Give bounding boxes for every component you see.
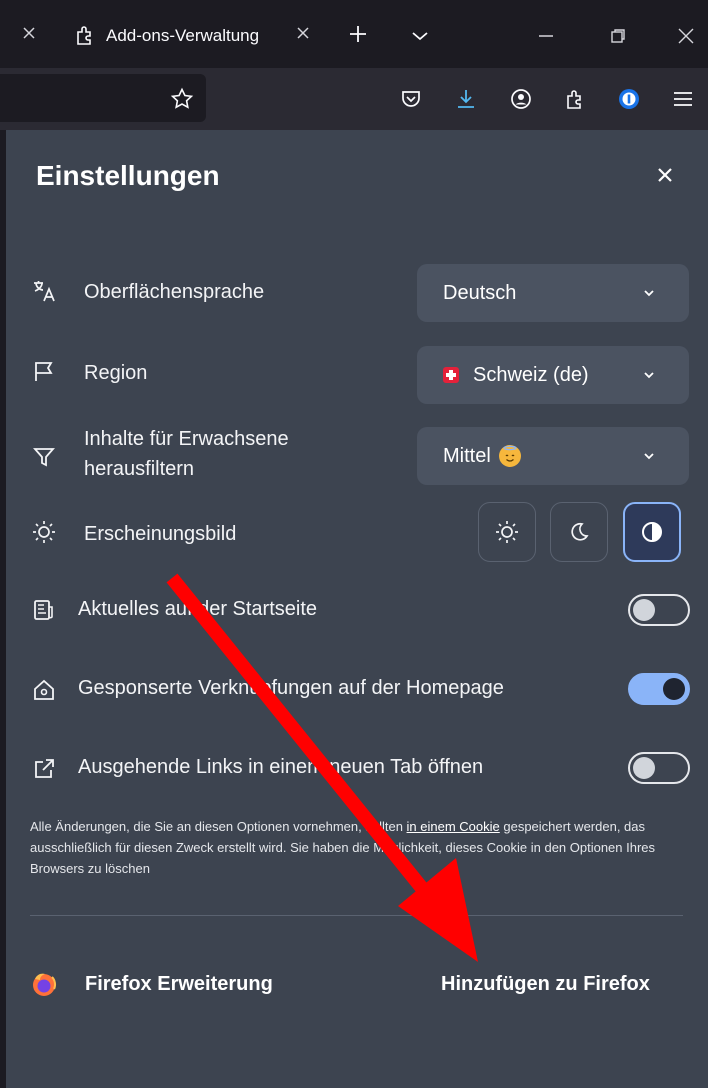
newtab-label: Ausgehende Links in einem neuen Tab öffn… [78,756,484,778]
restore-icon[interactable] [604,22,632,50]
region-label: Region [84,362,148,384]
settings-title: Einstellungen [36,160,220,191]
chevron-down-icon [644,290,654,297]
filter-select[interactable]: Mittel [417,427,689,485]
translate-icon [30,277,58,305]
appearance-label: Erscheinungsbild [84,523,237,545]
angel-emoji-icon [498,445,521,467]
settings-panel: Einstellungen Oberflächensprache Deutsch… [6,130,708,1088]
theme-system-button[interactable] [623,502,681,562]
moon-icon [571,522,589,541]
close-window-icon[interactable] [672,22,700,50]
account-icon[interactable] [506,84,536,114]
language-select[interactable]: Deutsch [417,264,689,322]
extensions-icon[interactable] [560,84,590,114]
extension-label: Firefox Erweiterung [85,973,273,995]
new-tab-icon[interactable] [344,20,372,48]
chevron-down-icon [644,453,654,460]
tab-list-chevron-icon[interactable] [406,22,434,50]
language-value: Deutsch [443,281,517,304]
chevron-down-icon [644,372,654,379]
flag-icon [30,358,58,386]
newtab-toggle[interactable] [628,752,690,784]
pocket-icon[interactable] [396,84,426,114]
newspaper-icon [30,596,58,624]
add-to-firefox-button[interactable]: Hinzufügen zu Firefox [441,973,650,996]
filter-value: Mittel [443,444,491,467]
sponsored-toggle[interactable] [628,673,690,705]
download-icon[interactable] [451,84,481,114]
filter-icon [30,443,58,471]
close-tab-icon[interactable] [16,20,42,46]
brightness-icon [30,518,58,546]
puzzle-icon [72,22,98,48]
tab-title[interactable]: Add-ons-Verwaltung [106,26,259,46]
menu-icon[interactable] [668,84,698,114]
tab-close-icon[interactable] [290,20,316,46]
close-settings-icon[interactable] [650,160,680,190]
bookmark-star-icon[interactable] [167,84,197,114]
filter-label-line1: Inhalte für Erwachsene [84,428,289,450]
cookie-link[interactable]: in einem Cookie [407,819,500,834]
navigation-toolbar [0,68,708,130]
password-manager-icon[interactable] [614,84,644,114]
swiss-flag-icon [443,367,459,383]
region-select[interactable]: Schweiz (de) [417,346,689,404]
theme-light-button[interactable] [478,502,536,562]
page-content: Einstellungen Oberflächensprache Deutsch… [0,130,708,1088]
external-link-icon [30,755,58,783]
contrast-icon [642,522,662,542]
home-icon [30,676,58,704]
theme-dark-button[interactable] [550,502,608,562]
language-label: Oberflächensprache [84,281,265,303]
minimize-icon[interactable] [532,22,560,50]
region-value: Schweiz (de) [473,363,589,386]
news-toggle[interactable] [628,594,690,626]
sun-icon [496,521,518,543]
news-label: Aktuelles auf der Startseite [78,598,318,620]
filter-label-line2: herausfiltern [84,458,195,480]
divider [30,915,683,916]
cookie-note: Alle Änderungen, die Sie an diesen Optio… [30,816,670,879]
sponsored-label: Gesponserte Verknüpfungen auf der Homepa… [78,677,504,699]
firefox-logo-icon [30,970,60,1000]
tab-bar: Add-ons-Verwaltung [0,0,708,68]
note-text-1: Alle Änderungen, die Sie an diesen Optio… [30,819,407,834]
